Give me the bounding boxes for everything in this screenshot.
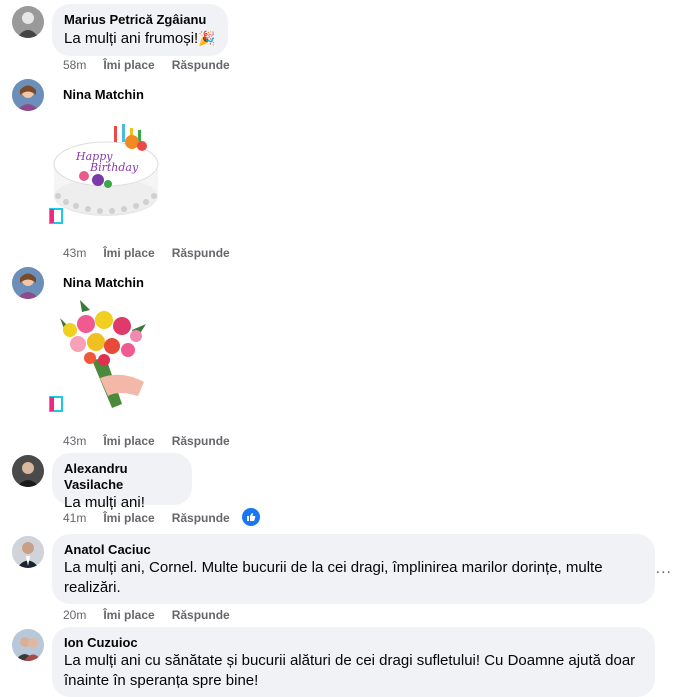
comment-author[interactable]: Anatol Caciuc xyxy=(64,542,643,558)
comment-actions: 58m Îmi place Răspunde xyxy=(63,57,247,73)
avatar[interactable] xyxy=(12,455,44,487)
comment-actions: 43m Îmi place Răspunde xyxy=(63,433,247,449)
avatar[interactable] xyxy=(12,79,44,111)
like-button[interactable]: Îmi place xyxy=(103,510,154,526)
like-button[interactable]: Îmi place xyxy=(103,607,154,623)
comment-text: La mulți ani cu sănătate și bucurii alăt… xyxy=(64,652,636,689)
comment-time[interactable]: 20m xyxy=(63,607,86,623)
comment-actions: 41m Îmi place Răspunde xyxy=(63,510,247,526)
comment-text: La mulți ani, Cornel. Multe bucurii de l… xyxy=(64,559,603,596)
svg-text:Birthday: Birthday xyxy=(89,161,139,174)
comment-bubble: Marius Petrică Zgâianu La mulți ani frum… xyxy=(52,4,228,56)
comment-author-wrap: Nina Matchin xyxy=(63,87,144,103)
reply-button[interactable]: Răspunde xyxy=(172,57,230,73)
comment-bubble: Anatol Caciuc La mulți ani, Cornel. Mult… xyxy=(52,534,655,604)
comment-author-wrap: Nina Matchin xyxy=(63,275,144,291)
gif-badge-icon xyxy=(49,396,63,412)
comment-time[interactable]: 43m xyxy=(63,245,86,261)
comment-author[interactable]: Marius Petrică Zgâianu xyxy=(64,12,216,28)
comment-bubble: Ion Cuzuioc La mulți ani cu sănătate și … xyxy=(52,627,655,697)
comment-author[interactable]: Nina Matchin xyxy=(63,87,144,103)
more-options-button[interactable]: ... xyxy=(656,560,672,578)
comment-actions: 43m Îmi place Răspunde xyxy=(63,245,247,261)
like-button[interactable]: Îmi place xyxy=(103,57,154,73)
like-button[interactable]: Îmi place xyxy=(103,433,154,449)
like-reaction-icon[interactable] xyxy=(242,508,260,526)
comment-text: La mulți ani frumoși!🎉 xyxy=(64,28,216,49)
reply-button[interactable]: Răspunde xyxy=(172,433,230,449)
reply-button[interactable]: Răspunde xyxy=(172,607,230,623)
avatar[interactable] xyxy=(12,629,44,661)
comment-author[interactable]: Alexandru Vasilache xyxy=(64,461,180,493)
avatar[interactable] xyxy=(12,267,44,299)
comment-time[interactable]: 58m xyxy=(63,57,86,73)
comment-author[interactable]: Nina Matchin xyxy=(63,275,144,291)
flower-bouquet-sticker[interactable] xyxy=(52,300,152,415)
reply-button[interactable]: Răspunde xyxy=(172,510,230,526)
party-popper-icon: 🎉 xyxy=(198,30,216,46)
reply-button[interactable]: Răspunde xyxy=(172,245,230,261)
comment-author[interactable]: Ion Cuzuioc xyxy=(64,635,643,651)
comment-actions: 20m Îmi place Răspunde xyxy=(63,607,247,623)
birthday-cake-sticker[interactable]: Happy Birthday xyxy=(52,116,164,233)
gif-badge-icon xyxy=(49,208,63,224)
comment-time[interactable]: 41m xyxy=(63,510,86,526)
comment-text-content: La mulți ani frumoși! xyxy=(64,30,199,47)
comment-bubble: Alexandru Vasilache La mulți ani! xyxy=(52,453,192,511)
avatar[interactable] xyxy=(12,536,44,568)
comment-time[interactable]: 43m xyxy=(63,433,86,449)
avatar[interactable] xyxy=(12,6,44,38)
like-button[interactable]: Îmi place xyxy=(103,245,154,261)
